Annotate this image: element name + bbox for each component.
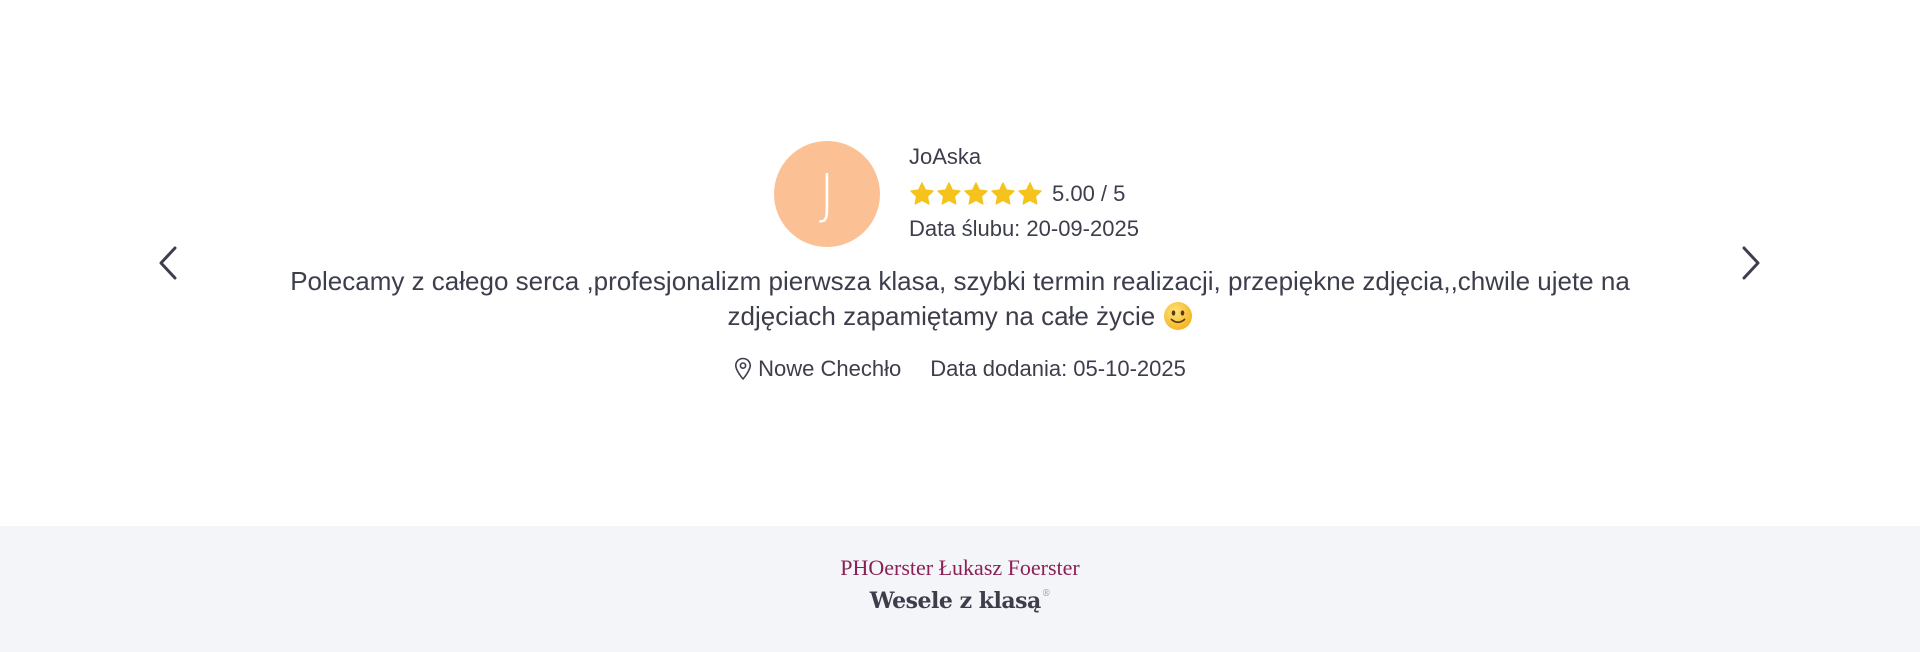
rating-stars [909,181,1043,207]
slightly-smiling-face-emoji [1163,302,1192,330]
site-footer: PHOerster Łukasz Foerster Wesele z klasą… [0,526,1920,652]
review-meta: JoAska 5.00 / 5 Data ślubu: 20-09-2025 [909,141,1139,242]
star-icon [991,182,1015,205]
chevron-left-icon [159,246,177,280]
rating-text: 5.00 / 5 [1052,181,1126,206]
review-location: Nowe Chechło [734,356,901,382]
map-pin-icon [735,357,752,380]
company-name: PHOerster Łukasz Foerster [840,555,1080,580]
previous-review-button[interactable] [152,243,184,283]
rating: 5.00 / 5 [909,174,1139,214]
review-footer: Nowe Chechło Data dodania: 05-10-2025 [0,356,1920,382]
star-icon [964,182,988,205]
wedding-date: Data ślubu: 20-09-2025 [909,216,1139,241]
star-icon [937,182,961,205]
star-icon [1018,182,1042,205]
review-header: J JoAska 5.00 / 5 Data ślubu: 20-09-2025 [774,141,1139,247]
next-review-button[interactable] [1735,243,1767,283]
review-carousel: J JoAska 5.00 / 5 Data ślubu: 20-09-2025… [0,0,1920,526]
avatar: J [774,141,880,247]
brand-logo: Wesele z klasą® [0,588,1920,614]
location-text: Nowe Chechło [758,356,902,381]
brand-name: Wesele z klasą [869,588,1041,614]
review-author: JoAska [909,144,982,169]
star-icon [910,182,934,205]
avatar-letter: J [819,162,835,226]
chevron-right-icon [1742,246,1760,280]
added-date: Data dodania: 05-10-2025 [930,356,1186,381]
review-text-content: Polecamy z całego serca ,profesjonalizm … [290,266,1630,331]
review-text: Polecamy z całego serca ,profesjonalizm … [240,264,1680,334]
registered-mark: ® [1041,589,1051,599]
